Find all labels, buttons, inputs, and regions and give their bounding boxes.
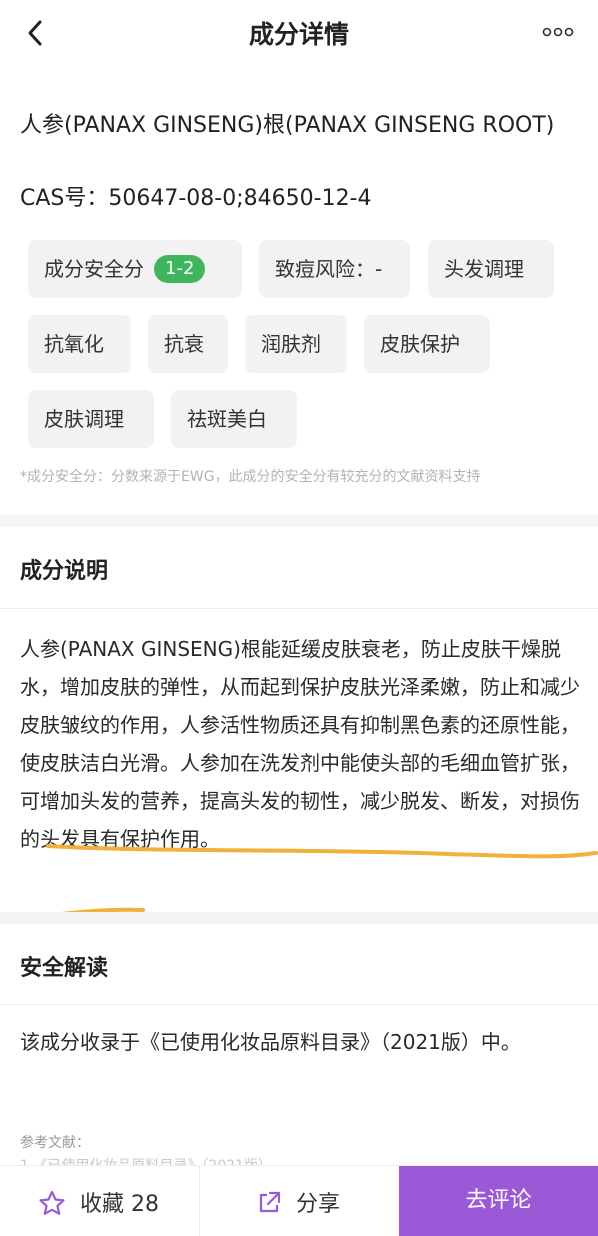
share-button[interactable]: 分享	[199, 1166, 400, 1236]
safety-score-label: 成分安全分	[44, 257, 144, 281]
section-title-description: 成分说明	[20, 559, 109, 584]
favorite-button[interactable]: 收藏 28	[0, 1166, 198, 1236]
top-nav-bar: 成分详情	[0, 0, 598, 66]
tag-chip[interactable]: 皮肤保护	[364, 315, 490, 373]
safety-text: 该成分收录于《已使用化妆品原料目录》（2021版）中。	[20, 1030, 521, 1054]
tag-chip[interactable]: 润肤剂	[245, 315, 347, 373]
safety-score-badge: 1-2	[154, 254, 206, 283]
safety-score-note: *成分安全分：分数来源于EWG，此成分的安全分有较充分的文献资料支持	[20, 469, 481, 485]
share-label: 分享	[296, 1192, 341, 1217]
reference-label: 参考文献：	[20, 1135, 90, 1151]
cas-number: CAS号：50647-08-0;84650-12-4	[20, 186, 372, 211]
tag-chip[interactable]: 抗衰	[148, 315, 228, 373]
acne-risk-chip[interactable]: 致痘风险：-	[259, 240, 410, 298]
more-button[interactable]	[538, 22, 578, 42]
tag-chip[interactable]: 抗氧化	[28, 315, 131, 373]
tag-chip[interactable]: 头发调理	[428, 240, 554, 298]
ingredient-name: 人参(PANAX GINSENG)根(PANAX GINSENG ROOT)	[20, 113, 555, 138]
section-divider	[0, 912, 598, 924]
comment-button[interactable]: 去评论	[399, 1166, 598, 1236]
tag-chip[interactable]: 祛斑美白	[171, 390, 297, 448]
tag-chip[interactable]: 皮肤调理	[28, 390, 154, 448]
page-title: 成分详情	[248, 20, 349, 49]
safety-score-chip[interactable]: 成分安全分 1-2	[28, 240, 242, 298]
section-title-safety: 安全解读	[20, 956, 109, 981]
section-divider	[0, 515, 598, 527]
favorite-label: 收藏 28	[80, 1192, 159, 1217]
star-icon	[39, 1190, 65, 1215]
more-dots-icon	[542, 27, 574, 37]
description-text: 人参(PANAX GINSENG)根能延缓皮肤衰老，防止皮肤干燥脱水，增加皮肤的…	[20, 637, 580, 851]
divider	[0, 608, 598, 609]
share-icon	[259, 1191, 281, 1213]
bottom-action-bar: 收藏 28 分享 去评论	[0, 1165, 598, 1236]
divider	[0, 1004, 598, 1005]
